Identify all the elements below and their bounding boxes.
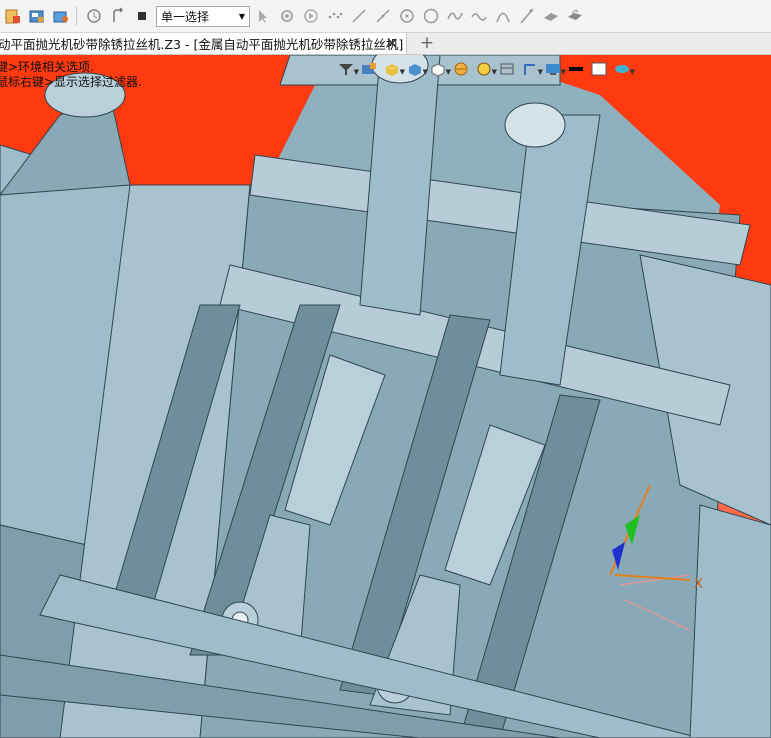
display-icon[interactable]: ▼: [543, 60, 566, 78]
view-toolbar: ▼ ▼ ▼ ▼ ▼ ▼ ▼ ▼: [336, 58, 635, 80]
status-hint: 键>环境相关选项. 鼠标右键>显示选择过滤器.: [0, 60, 142, 90]
arc-icon[interactable]: [492, 5, 514, 27]
selection-mode-dropdown[interactable]: 单一选择 ▼: [156, 5, 250, 27]
new-file-icon[interactable]: [2, 5, 24, 27]
close-icon[interactable]: [384, 35, 400, 51]
dimension-icon[interactable]: [359, 60, 379, 78]
save-icon[interactable]: [50, 5, 72, 27]
circle-icon[interactable]: [420, 5, 442, 27]
triad-x-axis-label: X: [694, 577, 703, 592]
stop-icon[interactable]: [131, 5, 153, 27]
visibility-icon[interactable]: ▼: [612, 60, 635, 78]
machine-model-render: [0, 55, 771, 738]
layout-icon[interactable]: [497, 60, 517, 78]
new-tab-button[interactable]: +: [419, 34, 435, 52]
color-black-icon[interactable]: [566, 60, 586, 78]
spline-icon[interactable]: [444, 5, 466, 27]
shaded-box-icon[interactable]: ▼: [382, 60, 405, 78]
view-orient-icon[interactable]: ▼: [520, 60, 543, 78]
hint-line: 鼠标右键>显示选择过滤器.: [0, 75, 142, 89]
render-icon[interactable]: ▼: [474, 60, 497, 78]
rotate-view-icon[interactable]: [83, 5, 105, 27]
section-icon[interactable]: [451, 60, 471, 78]
circle-center-icon[interactable]: [396, 5, 418, 27]
points-icon[interactable]: [324, 5, 346, 27]
tangent-line-icon[interactable]: [516, 5, 538, 27]
chevron-down-icon: ▼: [238, 11, 245, 21]
selection-mode-value: 单一选择: [161, 9, 210, 24]
undo-arrow-icon[interactable]: [107, 5, 129, 27]
cursor-icon[interactable]: [252, 5, 274, 27]
color-white-icon[interactable]: [589, 60, 609, 78]
white-cube-icon[interactable]: ▼: [428, 60, 451, 78]
filter-icon[interactable]: ▼: [336, 60, 359, 78]
document-tab-bar: 动平面抛光机砂带除锈拉丝机.Z3 - [金属自动平面抛光机砂带除锈拉丝机] +: [0, 33, 771, 55]
curve-icon[interactable]: [468, 5, 490, 27]
open-file-icon[interactable]: [26, 5, 48, 27]
mesh-icon[interactable]: [540, 5, 562, 27]
play-icon[interactable]: [300, 5, 322, 27]
line-icon[interactable]: [348, 5, 370, 27]
main-toolbar: 单一选择 ▼: [0, 0, 771, 33]
segment-icon[interactable]: [372, 5, 394, 27]
hint-line: 键>环境相关选项.: [0, 60, 94, 74]
document-tab-label: 动平面抛光机砂带除锈拉丝机.Z3 - [金属自动平面抛光机砂带除锈拉丝机]: [0, 37, 404, 52]
3d-viewport[interactable]: [0, 55, 771, 738]
document-tab[interactable]: 动平面抛光机砂带除锈拉丝机.Z3 - [金属自动平面抛光机砂带除锈拉丝机]: [0, 33, 407, 54]
pick-point-icon[interactable]: [276, 5, 298, 27]
surface-icon[interactable]: [564, 5, 586, 27]
toolbar-separator: [76, 6, 77, 26]
wireframe-box-icon[interactable]: ▼: [405, 60, 428, 78]
